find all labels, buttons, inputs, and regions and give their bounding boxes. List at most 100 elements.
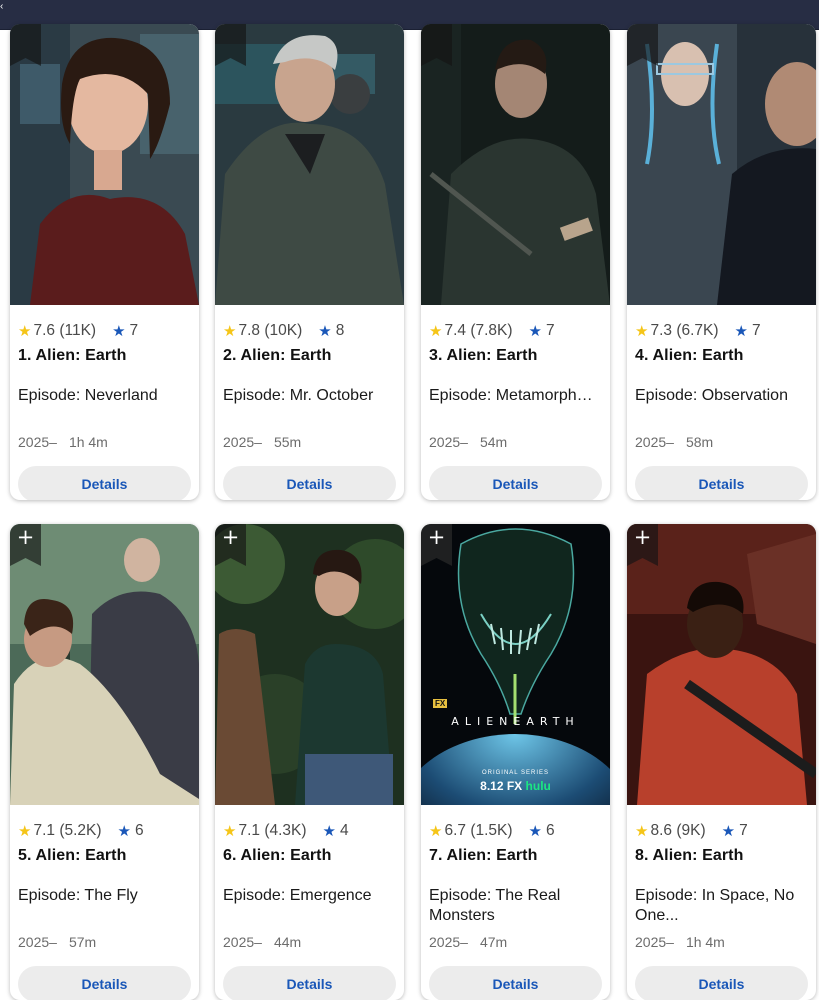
details-button[interactable]: Details (223, 466, 396, 500)
year: 2025– (18, 934, 57, 950)
rating-value: 7.8 (238, 322, 261, 339)
episode-title[interactable]: 3. Alien: Earth (429, 347, 604, 365)
vote-count: (10K) (264, 322, 303, 339)
details-button[interactable]: Details (223, 966, 396, 1000)
episode-card-6[interactable]: + ★ 7.1 (4.3K) ★ 4 6. Alien: Earth Episo… (215, 524, 404, 1000)
rating-star-icon: ★ (223, 823, 237, 840)
original-series-label: ORIGINAL SERIES (481, 770, 550, 776)
rate-star-icon[interactable]: ★ (735, 322, 748, 340)
details-button[interactable]: Details (18, 466, 191, 500)
vote-count: (11K) (59, 322, 97, 339)
runtime: 47m (479, 934, 508, 950)
user-rating[interactable]: 8 (336, 322, 345, 340)
runtime: 1h 4m (685, 934, 725, 950)
episode-poster[interactable]: + (627, 524, 816, 805)
rate-star-icon[interactable]: ★ (529, 322, 542, 340)
watchlist-ribbon-icon[interactable] (10, 24, 41, 66)
add-to-watchlist-icon[interactable]: + (221, 527, 240, 548)
user-rating[interactable]: 7 (752, 322, 761, 340)
rating-value: 7.1 (33, 822, 56, 839)
user-rating[interactable]: 4 (340, 822, 349, 840)
episode-meta: 2025– 55m (223, 434, 301, 452)
rate-star-icon[interactable]: ★ (529, 822, 542, 840)
year: 2025– (429, 434, 468, 450)
rating-value: 7.4 (444, 322, 467, 339)
rate-star-icon[interactable]: ★ (722, 822, 735, 840)
episode-meta: 2025– 54m (429, 434, 507, 452)
year: 2025– (635, 934, 674, 950)
rating-star-icon: ★ (635, 823, 649, 840)
episode-card-8[interactable]: + ★ 8.6 (9K) ★ 7 8. Alien: Earth Episode… (627, 524, 816, 1000)
episode-title[interactable]: 5. Alien: Earth (18, 847, 193, 865)
vote-count: (6.7K) (676, 322, 719, 339)
vote-count: (4.3K) (264, 822, 307, 839)
details-button[interactable]: Details (18, 966, 191, 1000)
details-button[interactable]: Details (429, 466, 602, 500)
runtime: 55m (273, 434, 302, 450)
back-glyph-icon[interactable]: ‹ (0, 1, 3, 12)
episode-card-1[interactable]: ★ 7.6 (11K) ★ 7 1. Alien: Earth Episode:… (10, 24, 199, 500)
rate-star-icon[interactable]: ★ (118, 822, 131, 840)
episode-meta: 2025– 58m (635, 434, 713, 452)
rating-star-icon: ★ (429, 823, 443, 840)
user-rating[interactable]: 7 (739, 822, 748, 840)
fx-badge: FX (433, 699, 448, 708)
rating-row: ★ 7.1 (5.2K) ★ 6 (18, 821, 144, 841)
episode-name: Episode: The Fly (18, 887, 138, 904)
episode-card-2[interactable]: ★ 7.8 (10K) ★ 8 2. Alien: Earth Episode:… (215, 24, 404, 500)
rating-row: ★ 7.4 (7.8K) ★ 7 (429, 321, 555, 341)
rating-star-icon: ★ (18, 823, 32, 840)
rating-value: 7.3 (650, 322, 673, 339)
episode-poster[interactable]: FX ALIENEARTH ORIGINAL SERIES 8.12 FX hu… (421, 524, 610, 805)
rate-star-icon[interactable]: ★ (318, 322, 331, 340)
rating-star-icon: ★ (18, 323, 32, 340)
episode-title[interactable]: 4. Alien: Earth (635, 347, 810, 365)
rating-row: ★ 7.1 (4.3K) ★ 4 (223, 821, 349, 841)
user-rating[interactable]: 7 (130, 322, 139, 340)
rating-value: 7.6 (33, 322, 56, 339)
rate-star-icon[interactable]: ★ (112, 322, 125, 340)
add-to-watchlist-icon[interactable]: + (633, 527, 652, 548)
episode-card-7[interactable]: FX ALIENEARTH ORIGINAL SERIES 8.12 FX hu… (421, 524, 610, 1000)
episode-poster[interactable]: + (215, 524, 404, 805)
vote-count: (7.8K) (470, 322, 513, 339)
rating-row: ★ 7.8 (10K) ★ 8 (223, 321, 344, 341)
details-button[interactable]: Details (635, 466, 808, 500)
episode-name: Episode: Neverland (18, 387, 158, 404)
rating-value: 6.7 (444, 822, 467, 839)
details-button[interactable]: Details (635, 966, 808, 1000)
episode-title[interactable]: 8. Alien: Earth (635, 847, 810, 865)
episode-poster[interactable] (627, 24, 816, 305)
episode-title[interactable]: 1. Alien: Earth (18, 347, 193, 365)
add-to-watchlist-icon[interactable]: + (16, 527, 35, 548)
episode-card-3[interactable]: ★ 7.4 (7.8K) ★ 7 3. Alien: Earth Episode… (421, 24, 610, 500)
rate-star-icon[interactable]: ★ (323, 822, 336, 840)
user-rating[interactable]: 7 (546, 322, 555, 340)
episode-title[interactable]: 7. Alien: Earth (429, 847, 604, 865)
episode-poster[interactable] (421, 24, 610, 305)
episode-title[interactable]: 6. Alien: Earth (223, 847, 398, 865)
user-rating[interactable]: 6 (546, 822, 555, 840)
episode-card-4[interactable]: ★ 7.3 (6.7K) ★ 7 4. Alien: Earth Episode… (627, 24, 816, 500)
series-logo: ALIENEARTH (451, 715, 580, 728)
year: 2025– (635, 434, 674, 450)
details-button[interactable]: Details (429, 966, 602, 1000)
episode-meta: 2025– 57m (18, 934, 96, 952)
watchlist-ribbon-icon[interactable] (421, 24, 452, 66)
rating-star-icon: ★ (429, 323, 443, 340)
episode-name: Episode: In Space, No One... (635, 887, 795, 924)
vote-count: (1.5K) (470, 822, 513, 839)
episode-poster[interactable] (10, 24, 199, 305)
episode-poster[interactable]: + (10, 524, 199, 805)
episode-title[interactable]: 2. Alien: Earth (223, 347, 398, 365)
add-to-watchlist-icon[interactable]: + (427, 527, 446, 548)
watchlist-ribbon-icon[interactable] (215, 24, 246, 66)
runtime: 57m (68, 934, 97, 950)
episode-card-5[interactable]: + ★ 7.1 (5.2K) ★ 6 5. Alien: Earth Episo… (10, 524, 199, 1000)
watchlist-ribbon-icon[interactable] (627, 24, 658, 66)
rating-value: 7.1 (238, 822, 261, 839)
episode-poster[interactable] (215, 24, 404, 305)
rating-row: ★ 6.7 (1.5K) ★ 6 (429, 821, 555, 841)
year: 2025– (223, 934, 262, 950)
user-rating[interactable]: 6 (135, 822, 144, 840)
